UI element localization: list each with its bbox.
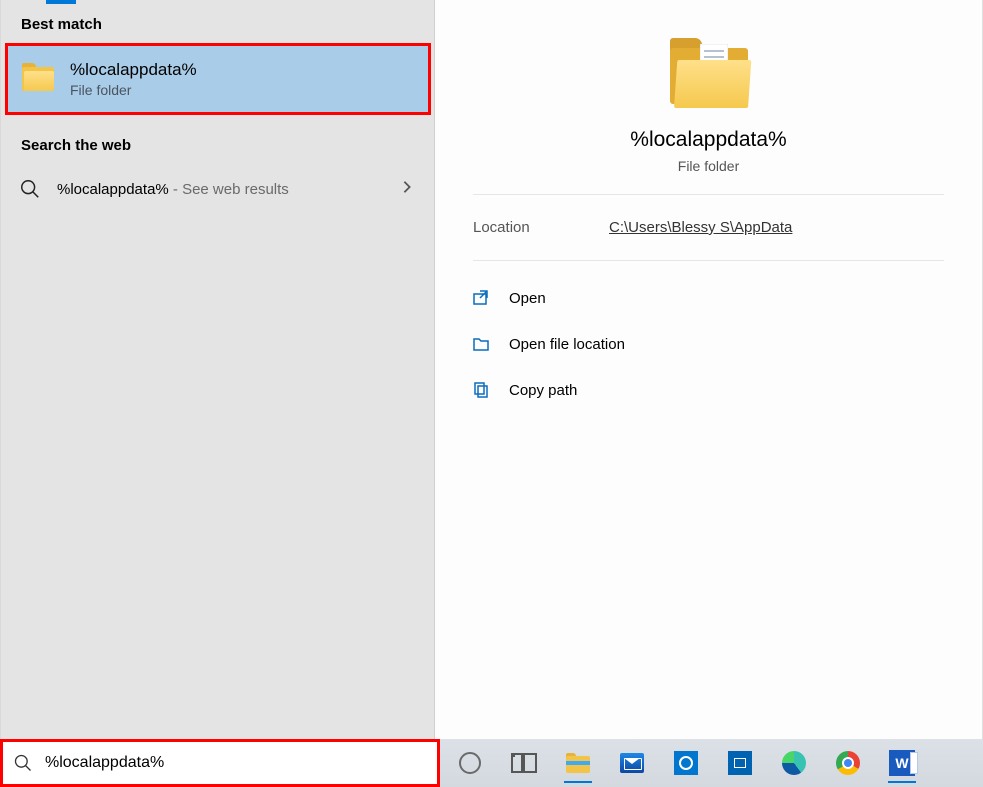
web-search-result[interactable]: %localappdata% - See web results (1, 164, 434, 214)
dell-icon[interactable] (666, 743, 706, 783)
location-value[interactable]: C:\Users\Blessy S\AppData (609, 219, 792, 236)
web-result-title: %localappdata% (57, 181, 169, 198)
folder-icon (670, 38, 748, 110)
folder-location-icon (471, 334, 491, 354)
result-title: %localappdata% (70, 60, 197, 80)
taskbar: W (0, 739, 983, 787)
search-web-heading: Search the web (1, 125, 434, 164)
mail-icon[interactable] (612, 743, 652, 783)
open-label: Open (509, 290, 546, 307)
result-subtitle: File folder (70, 82, 197, 98)
search-input[interactable] (45, 754, 429, 772)
chrome-icon[interactable] (828, 743, 868, 783)
filter-tab-strip (1, 0, 434, 4)
search-icon (13, 753, 33, 773)
folder-icon (22, 63, 54, 95)
open-icon (471, 288, 491, 308)
chevron-right-icon (400, 180, 414, 199)
copy-path-action[interactable]: Copy path (463, 367, 954, 413)
file-explorer-icon[interactable] (558, 743, 598, 783)
word-icon[interactable]: W (882, 743, 922, 783)
search-results-pane: Best match %localappdata% File folder Se… (0, 0, 435, 739)
location-label: Location (473, 219, 609, 236)
copy-path-label: Copy path (509, 382, 577, 399)
best-match-result[interactable]: %localappdata% File folder (5, 43, 431, 115)
task-view-icon[interactable] (504, 743, 544, 783)
preview-subtitle: File folder (473, 158, 944, 174)
open-location-label: Open file location (509, 336, 625, 353)
location-row: Location C:\Users\Blessy S\AppData (473, 195, 944, 261)
cortana-icon[interactable] (450, 743, 490, 783)
preview-title: %localappdata% (473, 128, 944, 152)
edge-icon[interactable] (774, 743, 814, 783)
app-tile-icon[interactable] (720, 743, 760, 783)
web-result-suffix: - See web results (169, 181, 289, 198)
open-action[interactable]: Open (463, 275, 954, 321)
preview-pane: %localappdata% File folder Location C:\U… (435, 0, 983, 739)
taskbar-search[interactable] (0, 739, 440, 787)
copy-icon (471, 380, 491, 400)
best-match-heading: Best match (1, 4, 434, 43)
open-location-action[interactable]: Open file location (463, 321, 954, 367)
search-icon (19, 178, 41, 200)
